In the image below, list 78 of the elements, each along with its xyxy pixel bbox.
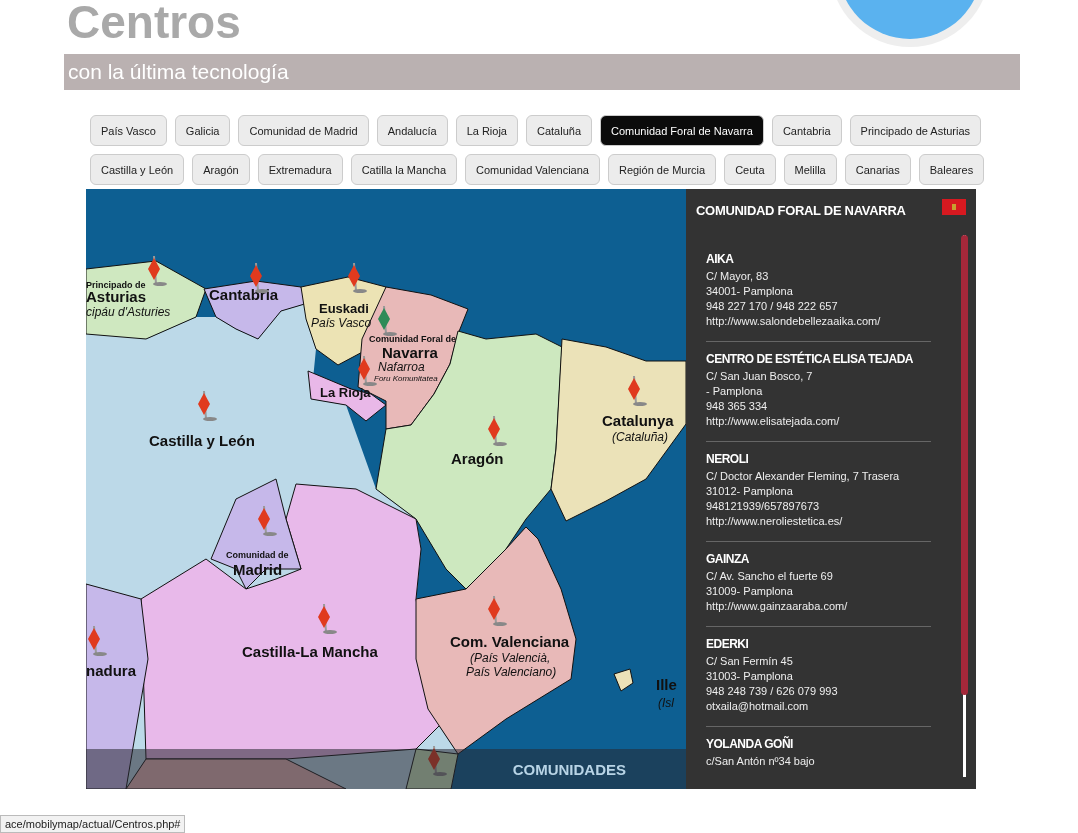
region-tab[interactable]: Aragón xyxy=(192,154,250,185)
region-tab[interactable]: Melilla xyxy=(783,154,837,185)
map-label: Aragón xyxy=(451,451,504,466)
flag-pin-icon[interactable] xyxy=(346,261,368,295)
center-name: NEROLI xyxy=(706,452,749,466)
region-tab[interactable]: Canarias xyxy=(844,154,911,185)
flag-icon xyxy=(942,199,966,215)
map-label: Nafarroa xyxy=(378,361,425,373)
map-label: País Valenciano) xyxy=(466,666,557,678)
center-detail: http://www.neroliestetica.es/ xyxy=(706,514,844,529)
map-label: Foru Komunitatea xyxy=(374,375,438,383)
center-detail: 948 365 334 xyxy=(706,399,769,414)
center-name: AIKA xyxy=(706,252,734,266)
center-detail: C/ San Fermín 45 xyxy=(706,654,794,669)
map-label: cipáu d'Asturies xyxy=(86,306,171,318)
region-tab[interactable]: Catilla la Mancha xyxy=(350,154,457,185)
region-tab[interactable]: Andalucía xyxy=(376,115,448,146)
map-label: Ille xyxy=(656,677,677,692)
region-tab[interactable]: La Rioja xyxy=(455,115,518,146)
center-detail: C/ San Juan Bosco, 7 xyxy=(706,369,814,384)
map-label: Catalunya xyxy=(602,413,674,428)
center-detail: - Pamplona xyxy=(706,384,764,399)
map-label: Euskadi xyxy=(319,302,369,315)
center-detail: 31012- Pamplona xyxy=(706,484,794,499)
map-label: Com. Valenciana xyxy=(450,634,570,649)
center-detail: 31009- Pamplona xyxy=(706,584,794,599)
region-tab[interactable]: País Vasco xyxy=(90,115,167,146)
region-tab[interactable]: Ceuta xyxy=(724,154,776,185)
region-tab[interactable]: Comunidad Foral de Navarra xyxy=(600,115,764,146)
center-name: GAINZA xyxy=(706,552,749,566)
region-tab[interactable]: Cantabria xyxy=(771,115,842,146)
map-caption: COMUNIDADES xyxy=(512,760,626,778)
center-detail: C/ Av. Sancho el fuerte 69 xyxy=(706,569,834,584)
center-name: YOLANDA GOÑI xyxy=(706,737,793,751)
center-detail: 948121939/657897673 xyxy=(706,499,821,514)
center-detail: C/ Doctor Alexander Fleming, 7 Trasera xyxy=(706,469,901,484)
region-tab[interactable]: Cataluña xyxy=(526,115,593,146)
page-title: Centros xyxy=(66,0,241,50)
center-detail: 31003- Pamplona xyxy=(706,669,794,684)
map-label: Castilla-La Mancha xyxy=(242,644,378,659)
center-detail: C/ Mayor, 83 xyxy=(706,269,770,284)
map-label: Asturias xyxy=(86,289,147,304)
region-tab[interactable]: Galicia xyxy=(174,115,231,146)
map-label: Comunidad Foral de xyxy=(369,335,456,344)
status-url: ace/mobilymap/actual/Centros.php# xyxy=(0,815,186,833)
panel-title: COMUNIDAD FORAL DE NAVARRA xyxy=(695,202,906,218)
center-detail: http://www.elisatejada.com/ xyxy=(706,414,841,429)
island-drawing xyxy=(610,665,634,693)
region-tab[interactable]: Castilla y León xyxy=(90,154,185,185)
map-label: (Isl xyxy=(658,697,674,709)
flag-pin-icon[interactable] xyxy=(426,744,448,778)
center-detail: http://www.gainzaaraba.com/ xyxy=(706,599,849,614)
center-detail: 948 227 170 / 948 222 657 xyxy=(706,299,839,314)
scrollbar-thumb[interactable] xyxy=(961,235,968,695)
map-label: Principado de xyxy=(86,281,146,290)
center-name: CENTRO DE ESTÉTICA ELISA TEJADA xyxy=(706,352,913,366)
map-label: (Cataluña) xyxy=(612,431,669,443)
center-detail: 948 248 739 / 626 079 993 xyxy=(706,684,839,699)
region-tab[interactable]: Principado de Asturias xyxy=(849,115,982,146)
map-label: Castilla y León xyxy=(149,433,255,448)
center-detail: http://www.salondebellezaaika.com/ xyxy=(706,314,882,329)
center-detail: otxaila@hotmail.com xyxy=(706,699,810,714)
map-label: Navarra xyxy=(382,345,438,360)
map-label: Madrid xyxy=(233,562,283,577)
region-tab[interactable]: Comunidad de Madrid xyxy=(238,115,369,146)
map-label: Cantabria xyxy=(209,287,279,302)
region-tab[interactable]: Baleares xyxy=(918,154,985,185)
region-tab[interactable]: Extremadura xyxy=(257,154,343,185)
region-tab[interactable]: Comunidad Valenciana xyxy=(465,154,600,185)
flag-pin-icon[interactable] xyxy=(146,254,168,288)
subtitle-bar: con la última tecnología xyxy=(64,54,1020,90)
region-tab[interactable]: Región de Murcia xyxy=(607,154,717,185)
center-name: EDERKI xyxy=(706,637,749,651)
center-detail: c/San Antón nº34 bajo xyxy=(706,754,816,769)
map-label: Comunidad de xyxy=(226,551,289,560)
map-label: (País Valencià, xyxy=(470,652,551,664)
center-detail: 34001- Pamplona xyxy=(706,284,794,299)
map-label: nadura xyxy=(86,663,136,678)
